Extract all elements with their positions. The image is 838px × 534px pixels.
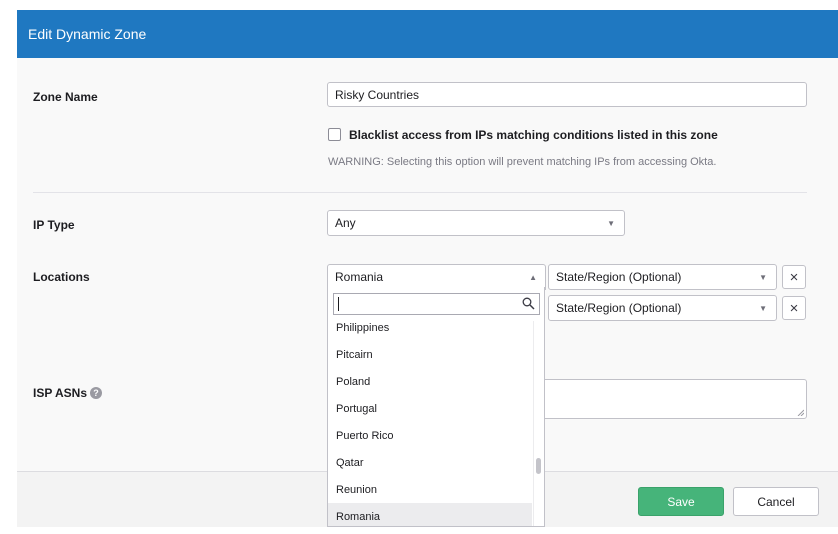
chevron-down-icon: ▼ xyxy=(759,304,767,313)
search-icon xyxy=(522,297,535,310)
state-select-1-placeholder: State/Region (Optional) xyxy=(556,270,682,284)
remove-location-2-button[interactable]: × xyxy=(782,296,806,320)
modal-header: Edit Dynamic Zone xyxy=(17,10,838,58)
modal-title: Edit Dynamic Zone xyxy=(28,26,147,42)
country-option-qatar[interactable]: Qatar xyxy=(328,449,532,476)
country-dropdown: Philippines Pitcairn Poland Portugal Pue… xyxy=(327,287,545,527)
state-select-1[interactable]: State/Region (Optional) ▼ xyxy=(548,264,777,290)
section-divider xyxy=(33,192,807,193)
save-button[interactable]: Save xyxy=(638,487,724,516)
help-icon[interactable]: ? xyxy=(90,387,102,399)
country-option-poland[interactable]: Poland xyxy=(328,368,532,395)
country-option-romania[interactable]: Romania xyxy=(328,503,532,526)
zone-name-label: Zone Name xyxy=(33,90,98,104)
ip-type-label: IP Type xyxy=(33,218,75,232)
country-option-reunion[interactable]: Reunion xyxy=(328,476,532,503)
close-icon: × xyxy=(789,299,799,317)
country-option-puerto-rico[interactable]: Puerto Rico xyxy=(328,422,532,449)
country-search-input[interactable] xyxy=(333,293,540,315)
close-icon: × xyxy=(789,268,799,286)
blacklist-label: Blacklist access from IPs matching condi… xyxy=(349,128,718,142)
ip-type-value: Any xyxy=(335,216,356,230)
blacklist-warning: WARNING: Selecting this option will prev… xyxy=(328,156,717,168)
resize-handle-icon[interactable] xyxy=(797,409,804,416)
dropdown-scrollbar[interactable] xyxy=(533,321,544,526)
blacklist-checkbox[interactable] xyxy=(328,128,341,141)
state-select-2-placeholder: State/Region (Optional) xyxy=(556,301,682,315)
country-option-philippines[interactable]: Philippines xyxy=(328,314,532,341)
locations-label: Locations xyxy=(33,270,90,284)
country-option-portugal[interactable]: Portugal xyxy=(328,395,532,422)
chevron-down-icon: ▼ xyxy=(759,273,767,282)
state-select-2[interactable]: State/Region (Optional) ▼ xyxy=(548,295,777,321)
chevron-up-icon: ▲ xyxy=(529,273,537,282)
country-select-1-value: Romania xyxy=(335,270,384,284)
cancel-button[interactable]: Cancel xyxy=(733,487,819,516)
zone-name-input[interactable]: Risky Countries xyxy=(327,82,807,107)
ip-type-select[interactable]: Any ▼ xyxy=(327,210,625,236)
text-caret xyxy=(338,297,339,311)
zone-name-value: Risky Countries xyxy=(335,87,420,102)
remove-location-1-button[interactable]: × xyxy=(782,265,806,289)
isp-asns-label: ISP ASNs xyxy=(33,386,88,400)
dropdown-scrollbar-thumb[interactable] xyxy=(536,458,541,474)
country-option-pitcairn[interactable]: Pitcairn xyxy=(328,341,532,368)
chevron-down-icon: ▼ xyxy=(607,219,615,228)
